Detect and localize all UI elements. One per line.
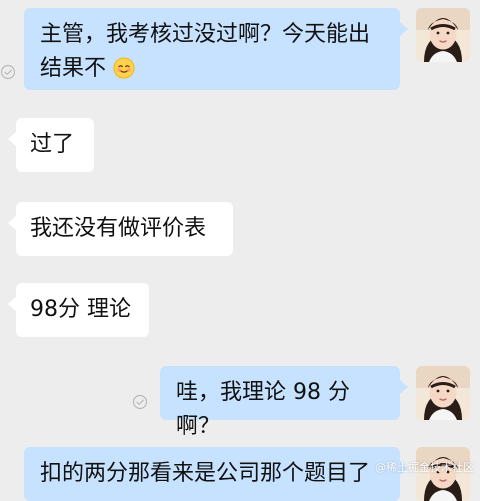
- message-text-line-2: 结果不: [40, 52, 384, 86]
- message-text: 98分 理论: [30, 297, 131, 322]
- message-bubble-incoming[interactable]: 我还没有做评价表: [8, 202, 233, 256]
- read-check-icon: [132, 394, 148, 410]
- message-bubble-outgoing[interactable]: 扣的两分那看来是公司那个题目了: [24, 447, 408, 501]
- avatar[interactable]: [416, 8, 470, 62]
- message-text-line-1: 主管，我考核过没过啊？今天能出: [40, 22, 371, 47]
- message-text: 我还没有做评价表: [30, 216, 207, 241]
- chat-view: 主管，我考核过没过啊？今天能出 结果不 过了 我还没有做评价表 98分 理论 哇…: [0, 0, 480, 501]
- message-text: 扣的两分那看来是公司那个题目了: [40, 461, 371, 486]
- message-text: 结果不: [40, 56, 107, 81]
- message-text: 过了: [30, 132, 75, 157]
- watermark: @稀土掘金技术社区: [375, 461, 474, 474]
- read-check-icon: [0, 64, 16, 80]
- message-bubble-outgoing[interactable]: 哇，我理论 98 分啊？: [160, 366, 408, 439]
- message-bubble-incoming[interactable]: 过了: [8, 118, 94, 172]
- message-bubble-incoming[interactable]: 98分 理论: [8, 283, 149, 337]
- message-bubble-outgoing[interactable]: 主管，我考核过没过啊？今天能出 结果不: [24, 8, 408, 90]
- message-text: 哇，我理论 98 分啊？: [176, 380, 350, 439]
- blush-smile-emoji-icon: [113, 56, 135, 79]
- avatar[interactable]: [416, 366, 470, 420]
